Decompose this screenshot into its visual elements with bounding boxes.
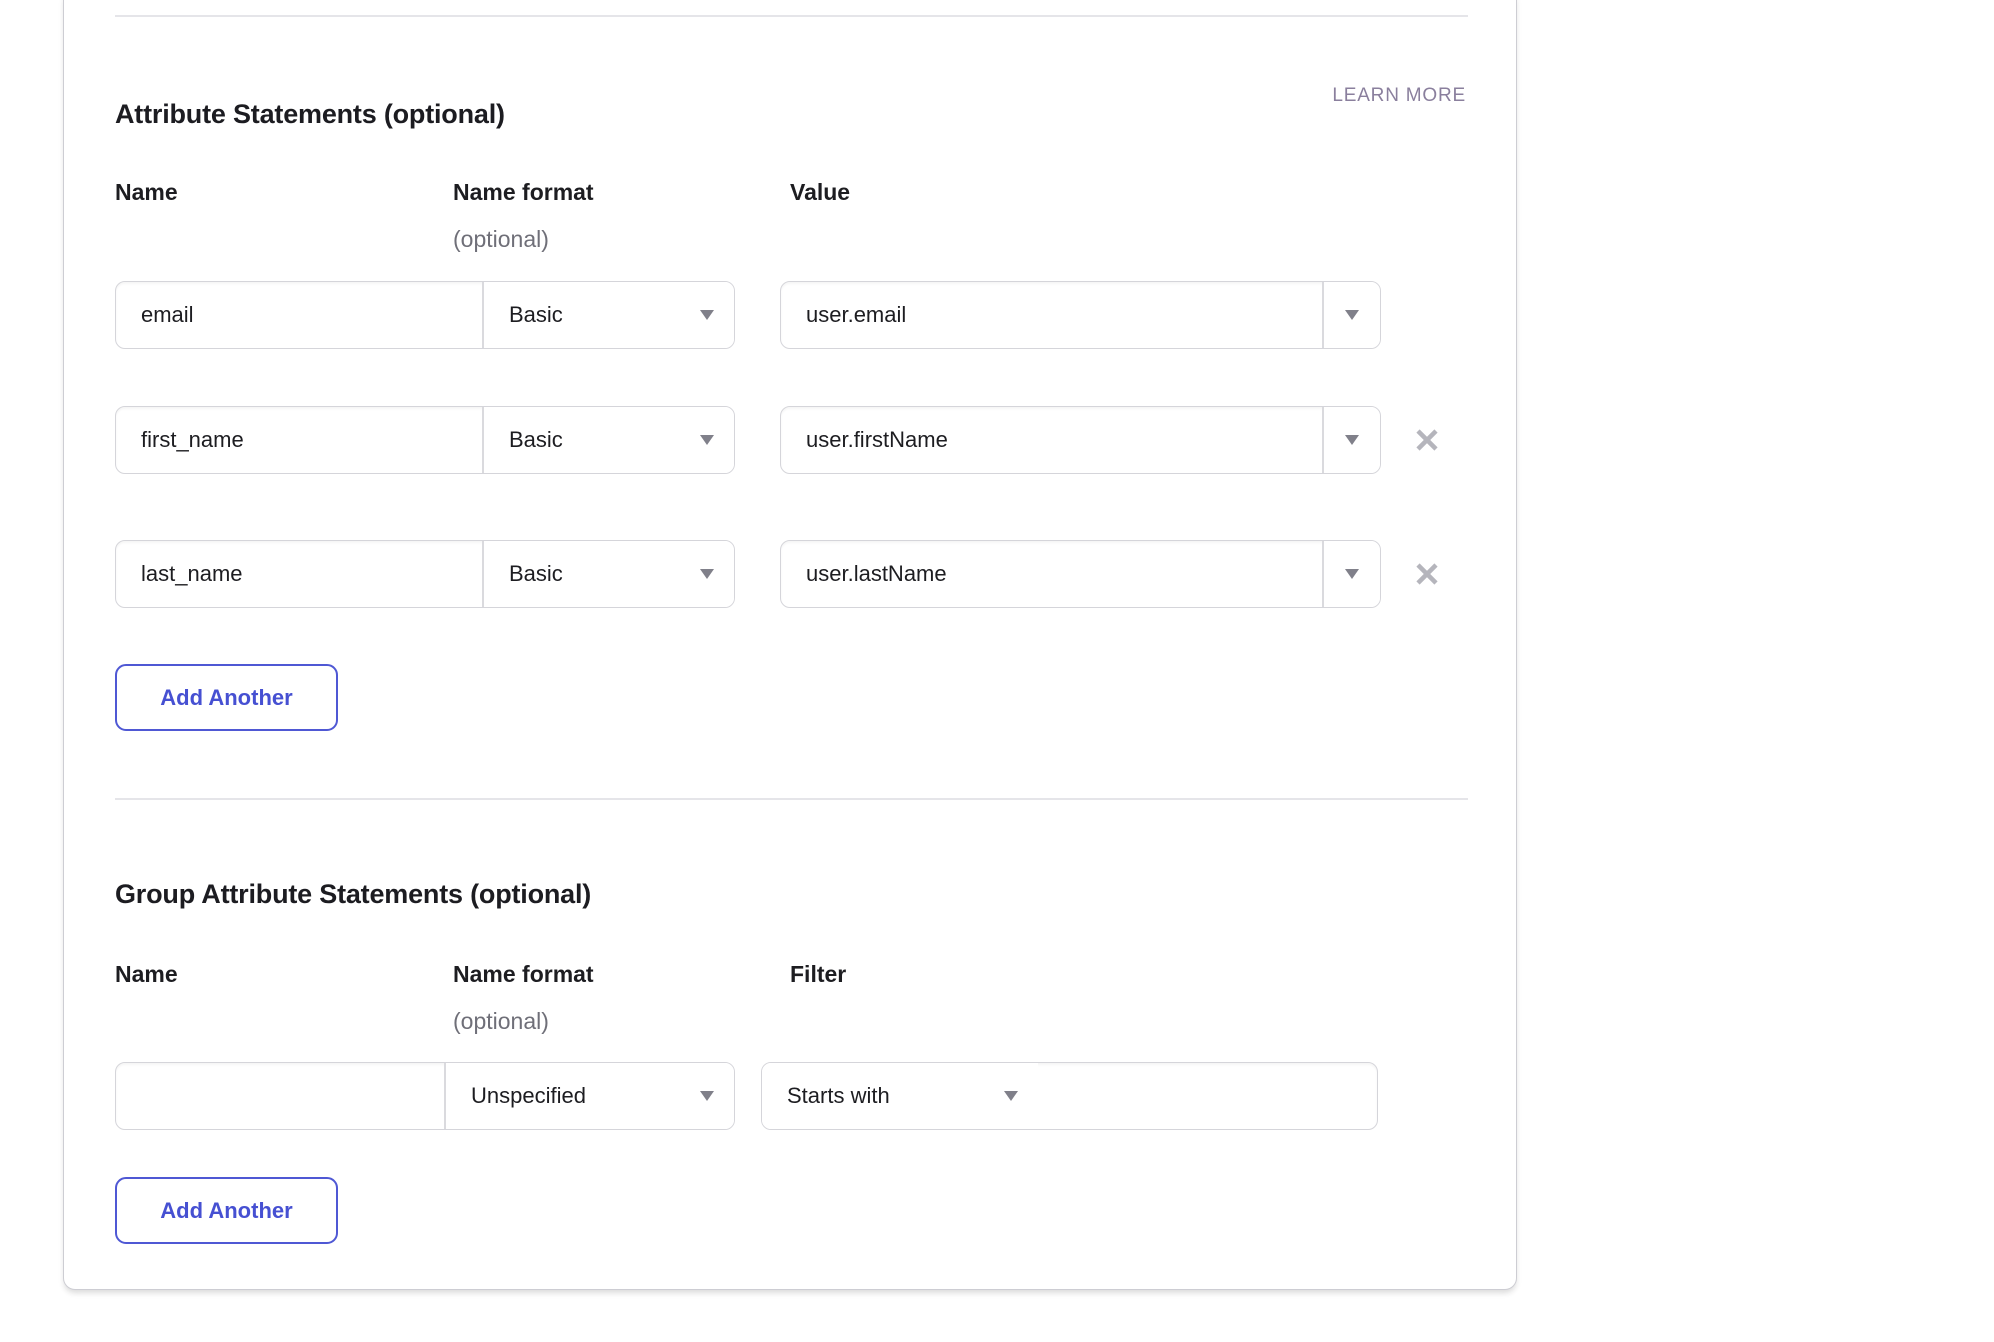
remove-row-button[interactable] [1409, 556, 1445, 592]
attribute-name-input[interactable] [116, 282, 482, 348]
group-name-input[interactable] [116, 1063, 444, 1129]
saml-settings-card: Attribute Statements (optional) LEARN MO… [63, 0, 1517, 1290]
name-format-select-value: Unspecified [446, 1083, 586, 1109]
filter-type-select[interactable]: Starts with [762, 1063, 1038, 1129]
name-and-format-group: Basic [115, 406, 735, 474]
attribute-statements-title: Attribute Statements (optional) [115, 99, 505, 130]
name-format-select[interactable]: Basic [482, 407, 734, 473]
saml-settings-page: Attribute Statements (optional) LEARN MO… [0, 0, 1994, 1342]
close-icon [1412, 425, 1442, 455]
name-format-select[interactable]: Basic [482, 541, 734, 607]
chevron-down-icon [1004, 1091, 1018, 1101]
attribute-value-input[interactable] [781, 541, 1322, 607]
column-header-optional-hint: (optional) [453, 1008, 549, 1035]
group-name-format-select[interactable]: Unspecified [444, 1063, 734, 1129]
chevron-down-icon [700, 1091, 714, 1101]
column-header-name: Name [115, 179, 178, 206]
column-header-name-format: Name format [453, 961, 594, 988]
filter-type-select-value: Starts with [762, 1083, 890, 1109]
column-header-optional-hint: (optional) [453, 226, 549, 253]
chevron-down-icon [1345, 435, 1359, 445]
name-format-select[interactable]: Basic [482, 282, 734, 348]
attribute-name-input[interactable] [116, 407, 482, 473]
value-combobox [780, 406, 1381, 474]
close-icon [1412, 559, 1442, 589]
value-dropdown-toggle[interactable] [1322, 282, 1380, 348]
attribute-row: Basic [115, 540, 1445, 608]
name-and-format-group: Basic [115, 281, 735, 349]
chevron-down-icon [700, 435, 714, 445]
attribute-row: Basic [115, 406, 1445, 474]
filter-group: Starts with [761, 1062, 1378, 1130]
column-header-value: Value [790, 179, 850, 206]
add-another-group-attribute-button[interactable]: Add Another [115, 1177, 338, 1244]
name-and-format-group: Unspecified [115, 1062, 735, 1130]
section-divider [115, 15, 1468, 17]
group-attribute-row: Unspecified Starts with [115, 1062, 1378, 1130]
value-dropdown-toggle[interactable] [1322, 407, 1380, 473]
name-format-select-value: Basic [484, 561, 563, 587]
chevron-down-icon [1345, 310, 1359, 320]
column-header-filter: Filter [790, 961, 846, 988]
attribute-value-input[interactable] [781, 282, 1322, 348]
chevron-down-icon [700, 569, 714, 579]
name-and-format-group: Basic [115, 540, 735, 608]
group-attribute-statements-title: Group Attribute Statements (optional) [115, 879, 591, 910]
chevron-down-icon [700, 310, 714, 320]
column-header-name-format: Name format [453, 179, 594, 206]
remove-row-button[interactable] [1409, 422, 1445, 458]
name-format-select-value: Basic [484, 427, 563, 453]
value-combobox [780, 540, 1381, 608]
learn-more-link[interactable]: LEARN MORE [1332, 85, 1466, 107]
column-header-name: Name [115, 961, 178, 988]
name-format-select-value: Basic [484, 302, 563, 328]
value-combobox [780, 281, 1381, 349]
value-dropdown-toggle[interactable] [1322, 541, 1380, 607]
attribute-name-input[interactable] [116, 541, 482, 607]
chevron-down-icon [1345, 569, 1359, 579]
add-another-attribute-button[interactable]: Add Another [115, 664, 338, 731]
filter-value-input[interactable] [1038, 1063, 1377, 1129]
attribute-row: Basic [115, 281, 1381, 349]
section-divider [115, 798, 1468, 800]
attribute-value-input[interactable] [781, 407, 1322, 473]
